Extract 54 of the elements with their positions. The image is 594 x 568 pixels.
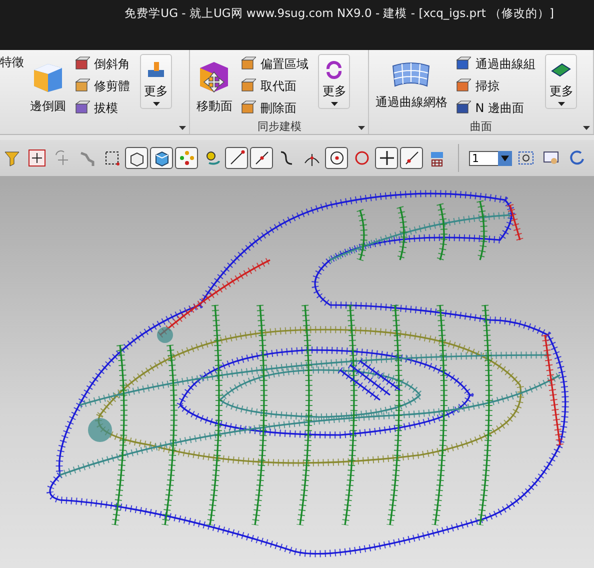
layer-field[interactable]: 1 — [469, 150, 498, 166]
caret-icon — [330, 102, 338, 106]
zoom-fit-icon — [516, 149, 534, 167]
ribbon-button[interactable]: 倒斜角 — [72, 54, 132, 74]
circle-quadrant-icon — [352, 149, 370, 167]
feature-icon — [455, 100, 472, 116]
feature-icon — [74, 78, 90, 94]
ribbon-button[interactable]: 偏置區域 — [238, 54, 310, 74]
points-icon — [178, 149, 196, 167]
ribbon-button[interactable]: 邊倒圓 — [28, 54, 68, 119]
ribbon-button[interactable]: 移動面 — [194, 54, 234, 119]
more-button[interactable]: 更多 — [545, 54, 578, 109]
feature-icon — [74, 56, 90, 72]
caret-icon — [152, 102, 160, 106]
toolbar-button[interactable] — [250, 147, 273, 169]
toolbar-button[interactable] — [125, 147, 148, 169]
feature-icon — [455, 56, 472, 72]
chain-icon — [78, 149, 96, 167]
toolbar-button[interactable] — [175, 147, 198, 169]
ribbon-button[interactable]: 通過曲線組 — [453, 54, 538, 74]
ribbon-button[interactable]: 修剪體 — [72, 76, 132, 96]
toolbar-button[interactable] — [375, 147, 398, 169]
feature-icon — [74, 100, 90, 116]
circle-center-icon — [328, 149, 346, 167]
window-title: 免费学UG - 就上UG网 www.9sug.com NX9.0 - 建模 - [xcq_igs.prt （修改的）] — [124, 6, 554, 22]
ribbon-button[interactable]: 掃掠 — [453, 76, 538, 96]
group-label: 同步建模 — [257, 119, 302, 134]
toolbar-button[interactable] — [325, 147, 348, 169]
ribbon-button[interactable]: 通過曲線網格 — [373, 54, 450, 115]
ribbon-button[interactable]: N 邊曲面 — [453, 98, 538, 118]
ribbon-label[interactable]: 特徵 — [0, 54, 24, 71]
crosshair-icon — [52, 149, 70, 167]
selection-rectangle-icon — [102, 149, 120, 167]
feature-icon — [455, 78, 472, 94]
ribbon-button[interactable]: 取代面 — [238, 76, 310, 96]
more-button[interactable]: 更多 — [318, 54, 350, 109]
toolbar-button[interactable] — [400, 147, 423, 169]
feature-icon — [240, 56, 256, 72]
more-button[interactable]: 更多 — [140, 54, 172, 109]
cross-icon — [378, 149, 396, 167]
feature-icon — [240, 100, 256, 116]
toolbar-button[interactable] — [225, 147, 248, 169]
filter-icon — [2, 149, 20, 167]
ribbon-button[interactable]: 拔模 — [72, 98, 132, 118]
group-menu-icon[interactable] — [583, 126, 590, 130]
group-label: 曲面 — [470, 119, 492, 134]
feature-icon — [240, 78, 256, 94]
crosshair-icon — [28, 149, 46, 167]
toolbar-button[interactable] — [150, 147, 173, 169]
ribbon-button[interactable]: 刪除面 — [238, 98, 310, 118]
shaded-box-icon — [152, 149, 170, 167]
group-menu-icon[interactable] — [179, 126, 186, 130]
group-menu-icon[interactable] — [358, 126, 366, 130]
caret-icon — [558, 102, 565, 106]
